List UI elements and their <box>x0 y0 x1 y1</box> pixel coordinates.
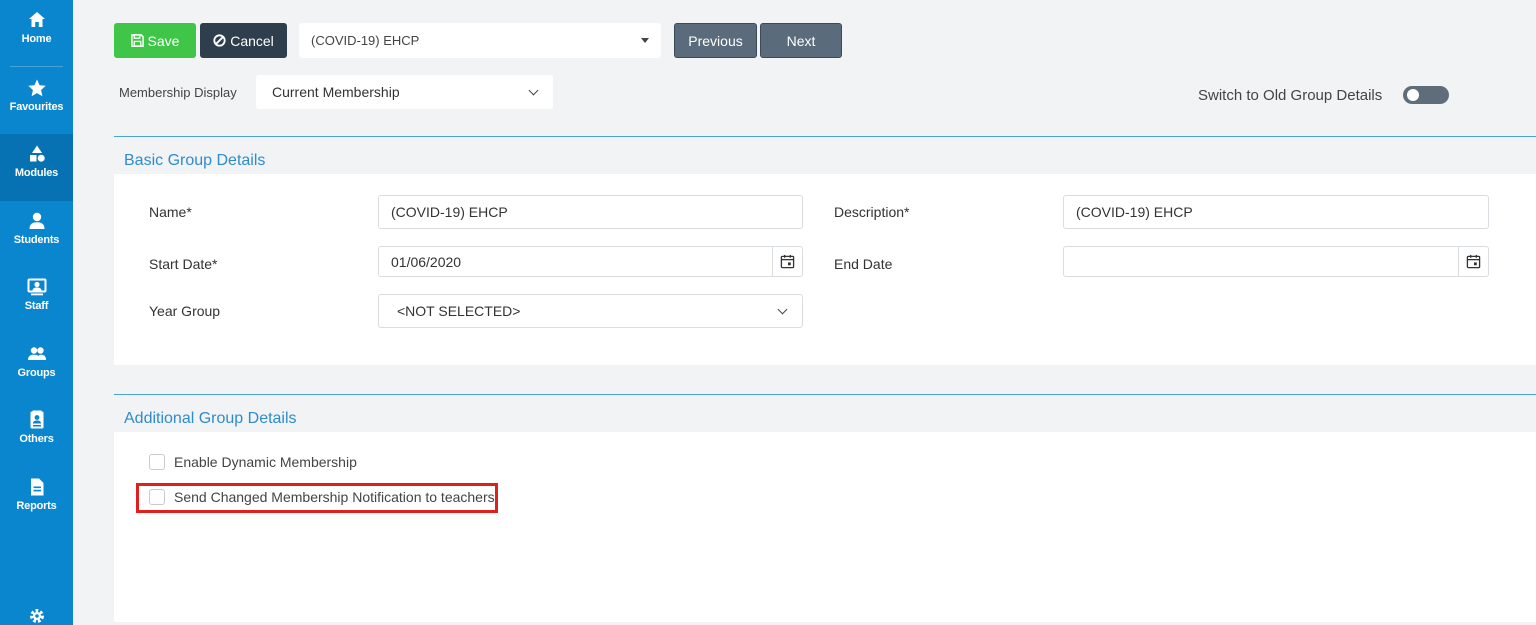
start-date-value: 01/06/2020 <box>391 253 462 270</box>
sidebar: Home Favourites Modules Students Staff G… <box>0 0 73 625</box>
basic-group-details-title: Basic Group Details <box>114 137 1536 174</box>
sidebar-item-students[interactable]: Students <box>0 211 73 259</box>
sidebar-item-settings[interactable] <box>0 607 73 625</box>
calendar-icon <box>780 254 795 269</box>
floppy-disk-icon <box>130 34 144 47</box>
gear-icon <box>29 609 44 623</box>
name-input[interactable]: (COVID-19) EHCP <box>378 195 803 229</box>
sidebar-item-label: Home <box>21 33 52 45</box>
additional-group-details-title: Additional Group Details <box>114 395 1536 432</box>
save-button-label: Save <box>147 32 180 49</box>
staff-icon <box>27 278 46 296</box>
groups-icon <box>27 347 46 360</box>
year-group-value: <NOT SELECTED> <box>397 303 521 319</box>
sidebar-item-favourites[interactable]: Favourites <box>0 78 73 126</box>
contact-book-icon <box>30 410 43 429</box>
sidebar-item-groups[interactable]: Groups <box>0 344 73 392</box>
group-select-value: (COVID-19) EHCP <box>311 33 420 48</box>
sidebar-item-label: Favourites <box>9 101 64 113</box>
description-input[interactable]: (COVID-19) EHCP <box>1063 195 1489 229</box>
end-date-input[interactable] <box>1063 246 1489 277</box>
cancel-button[interactable]: Cancel <box>200 23 287 58</box>
person-icon <box>29 212 44 229</box>
home-icon <box>28 12 45 27</box>
next-button[interactable]: Next <box>760 23 842 58</box>
next-button-label: Next <box>786 32 816 49</box>
sidebar-item-label: Staff <box>24 300 49 312</box>
cancel-button-label: Cancel <box>230 32 274 49</box>
star-icon <box>27 79 46 97</box>
start-date-input[interactable]: 01/06/2020 <box>378 246 803 277</box>
end-date-label: End Date <box>834 256 893 272</box>
membership-display-label: Membership Display <box>119 85 237 100</box>
switch-old-group-details-toggle[interactable] <box>1403 86 1449 104</box>
sidebar-item-label: Modules <box>14 167 59 179</box>
description-input-value: (COVID-19) EHCP <box>1076 204 1193 220</box>
end-date-calendar-button[interactable] <box>1458 247 1488 276</box>
sidebar-item-label: Groups <box>17 367 56 379</box>
sidebar-item-label: Others <box>19 433 54 445</box>
save-button[interactable]: Save <box>114 23 196 58</box>
name-input-value: (COVID-19) EHCP <box>391 204 508 220</box>
switch-old-group-details-label: Switch to Old Group Details <box>1198 87 1383 104</box>
year-group-select[interactable]: <NOT SELECTED> <box>378 294 803 328</box>
document-icon <box>30 478 43 496</box>
group-select[interactable]: (COVID-19) EHCP <box>299 23 661 58</box>
highlight-box <box>136 483 498 513</box>
start-date-label: Start Date* <box>149 256 218 272</box>
start-date-calendar-button[interactable] <box>772 247 802 276</box>
cancel-icon <box>213 34 226 47</box>
sidebar-item-label: Reports <box>16 500 57 512</box>
previous-button-label: Previous <box>688 32 743 49</box>
sidebar-item-reports[interactable]: Reports <box>0 477 73 525</box>
modules-icon <box>29 145 45 162</box>
calendar-icon <box>1466 254 1481 269</box>
toggle-knob <box>1407 89 1419 101</box>
previous-button[interactable]: Previous <box>674 23 757 58</box>
membership-display-value: Current Membership <box>272 84 400 100</box>
enable-dynamic-membership-checkbox[interactable]: Enable Dynamic Membership <box>149 454 357 470</box>
sidebar-item-modules[interactable]: Modules <box>0 134 73 201</box>
year-group-label: Year Group <box>149 303 221 319</box>
chevron-down-icon <box>777 304 788 314</box>
description-label: Description* <box>834 204 910 220</box>
membership-display-select[interactable]: Current Membership <box>256 75 553 109</box>
sidebar-divider <box>10 66 63 67</box>
enable-dynamic-membership-label: Enable Dynamic Membership <box>174 454 357 470</box>
checkbox-box[interactable] <box>149 454 165 470</box>
sidebar-item-label: Students <box>13 234 60 246</box>
sidebar-item-home[interactable]: Home <box>0 10 73 58</box>
name-label: Name* <box>149 204 192 220</box>
sidebar-item-staff[interactable]: Staff <box>0 277 73 325</box>
chevron-down-icon <box>528 85 539 95</box>
caret-down-icon <box>641 38 649 43</box>
sidebar-item-others[interactable]: Others <box>0 410 73 458</box>
